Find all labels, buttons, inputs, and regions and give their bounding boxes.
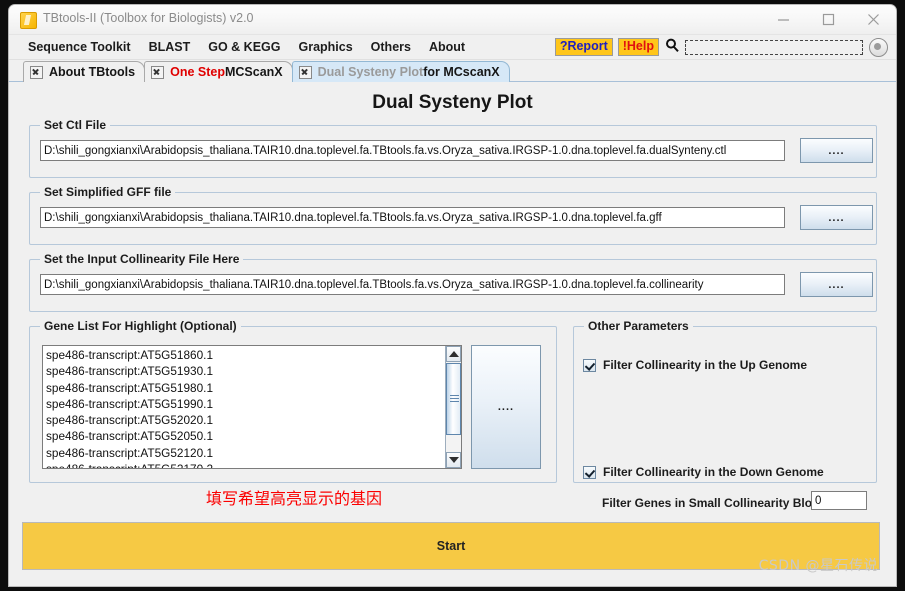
list-item[interactable]: spe486-transcript:AT5G51990.1	[46, 396, 444, 412]
maximize-icon[interactable]	[806, 5, 851, 34]
collinearity-file-browse-button[interactable]: ....	[800, 272, 873, 297]
tab-about-tbtools[interactable]: About TBtools	[23, 61, 146, 82]
checkbox-checked-icon[interactable]	[583, 358, 596, 372]
checkbox-label: Filter Collinearity in the Down Genome	[603, 465, 824, 479]
group-label-ctl: Set Ctl File	[40, 118, 111, 132]
application-window: TBtools-II (Toolbox for Biologists) v2.0…	[8, 4, 897, 587]
tab-label-grey: Dual Systeny Plot	[317, 65, 424, 79]
scrollbar-grip-icon	[450, 395, 459, 402]
menu-blast[interactable]: BLAST	[140, 40, 200, 54]
list-item[interactable]: spe486-transcript:AT5G52050.1	[46, 428, 444, 444]
start-button[interactable]: Start	[22, 522, 880, 570]
group-label-gene-list: Gene List For Highlight (Optional)	[40, 319, 241, 333]
report-button[interactable]: ?Report	[554, 38, 613, 56]
group-label-collinearity: Set the Input Collinearity File Here	[40, 252, 244, 266]
list-item[interactable]: spe486-transcript:AT5G52120.1	[46, 445, 444, 461]
group-label-gff: Set Simplified GFF file	[40, 185, 176, 199]
menu-graphics[interactable]: Graphics	[289, 40, 361, 54]
menu-go-kegg[interactable]: GO & KEGG	[199, 40, 289, 54]
tab-label-red: One Step	[170, 65, 225, 79]
tab-list: About TBtools One Step MCScanX Dual Syst…	[23, 60, 896, 82]
annotation-highlight-genes: 填写希望高亮显示的基因	[206, 489, 383, 508]
checkbox-filter-up-genome[interactable]: Filter Collinearity in the Up Genome	[583, 358, 807, 372]
list-item[interactable]: spe486-transcript:AT5G51980.1	[46, 380, 444, 396]
list-item[interactable]: spe486-transcript:AT5G51860.1	[46, 347, 444, 363]
scroll-down-arrow-icon[interactable]	[446, 452, 461, 468]
screenshot-root: TBtools-II (Toolbox for Biologists) v2.0…	[0, 0, 905, 591]
close-tab-icon[interactable]	[298, 65, 312, 79]
tab-label: for MCscanX	[423, 65, 500, 79]
menu-item-list: Sequence Toolkit BLAST GO & KEGG Graphic…	[19, 35, 474, 59]
menu-about[interactable]: About	[420, 40, 474, 54]
tab-dual-systeny-plot[interactable]: Dual Systeny Plot for MCscanX	[291, 61, 510, 82]
list-item[interactable]: spe486-transcript:AT5G52170.2	[46, 461, 444, 468]
menu-sequence-toolkit[interactable]: Sequence Toolkit	[19, 40, 140, 54]
search-input[interactable]	[685, 39, 863, 55]
minimize-icon[interactable]	[761, 5, 806, 34]
close-icon[interactable]	[851, 5, 896, 34]
tab-one-step-mcscanx[interactable]: One Step MCScanX	[144, 61, 293, 82]
menu-others[interactable]: Others	[362, 40, 420, 54]
close-tab-icon[interactable]	[30, 65, 43, 79]
tbtools-logo-icon	[20, 12, 37, 29]
ctl-file-browse-button[interactable]: ....	[800, 138, 873, 163]
scrollbar-thumb[interactable]	[446, 363, 461, 435]
small-block-label: Filter Genes in Small Collinearity Block…	[602, 496, 833, 510]
gene-list-scrollbar[interactable]	[445, 346, 461, 468]
checkbox-filter-down-genome[interactable]: Filter Collinearity in the Down Genome	[583, 465, 824, 479]
group-other-parameters: Other Parameters	[573, 319, 877, 483]
help-label: Help	[626, 39, 654, 53]
watermark: CSDN @星石传说	[758, 558, 878, 574]
gff-file-browse-button[interactable]: ....	[800, 205, 873, 230]
checkbox-label: Filter Collinearity in the Up Genome	[603, 358, 808, 372]
gene-list-box[interactable]: spe486-transcript:AT5G51860.1 spe486-tra…	[42, 345, 462, 469]
scroll-up-arrow-icon[interactable]	[446, 346, 461, 362]
small-block-input[interactable]: 0	[811, 491, 867, 510]
gene-list-browse-button[interactable]: ....	[471, 345, 541, 469]
search-icon[interactable]	[665, 38, 679, 57]
list-item[interactable]: spe486-transcript:AT5G52020.1	[46, 412, 444, 428]
tab-strip: About TBtools One Step MCScanX Dual Syst…	[9, 60, 896, 82]
menu-bar: Sequence Toolkit BLAST GO & KEGG Graphic…	[9, 35, 896, 60]
report-label: Report	[567, 39, 608, 53]
list-item[interactable]: spe486-transcript:AT5G51930.1	[46, 363, 444, 379]
tab-label: MCScanX	[224, 65, 283, 79]
group-label-other-parameters: Other Parameters	[584, 319, 693, 333]
main-content: Dual Systeny Plot Set Ctl File D:\shili_…	[9, 82, 896, 586]
checkbox-checked-icon[interactable]	[583, 465, 596, 479]
window-title: TBtools-II (Toolbox for Biologists) v2.0	[43, 11, 254, 25]
tab-label: About TBtools	[49, 65, 136, 79]
page-title: Dual Systeny Plot	[372, 92, 533, 113]
window-controls	[761, 5, 896, 34]
gff-file-input[interactable]: D:\shili_gongxianxi\Arabidopsis_thaliana…	[40, 207, 785, 228]
close-tab-icon[interactable]	[151, 65, 165, 79]
menu-bar-right: ?Report !Help	[554, 35, 888, 59]
record-indicator-icon[interactable]	[869, 37, 888, 57]
title-bar: TBtools-II (Toolbox for Biologists) v2.0	[9, 5, 896, 35]
ctl-file-input[interactable]: D:\shili_gongxianxi\Arabidopsis_thaliana…	[40, 140, 785, 161]
help-button[interactable]: !Help	[617, 38, 659, 56]
gene-list-rows: spe486-transcript:AT5G51860.1 spe486-tra…	[46, 347, 444, 468]
collinearity-file-input[interactable]: D:\shili_gongxianxi\Arabidopsis_thaliana…	[40, 274, 785, 295]
